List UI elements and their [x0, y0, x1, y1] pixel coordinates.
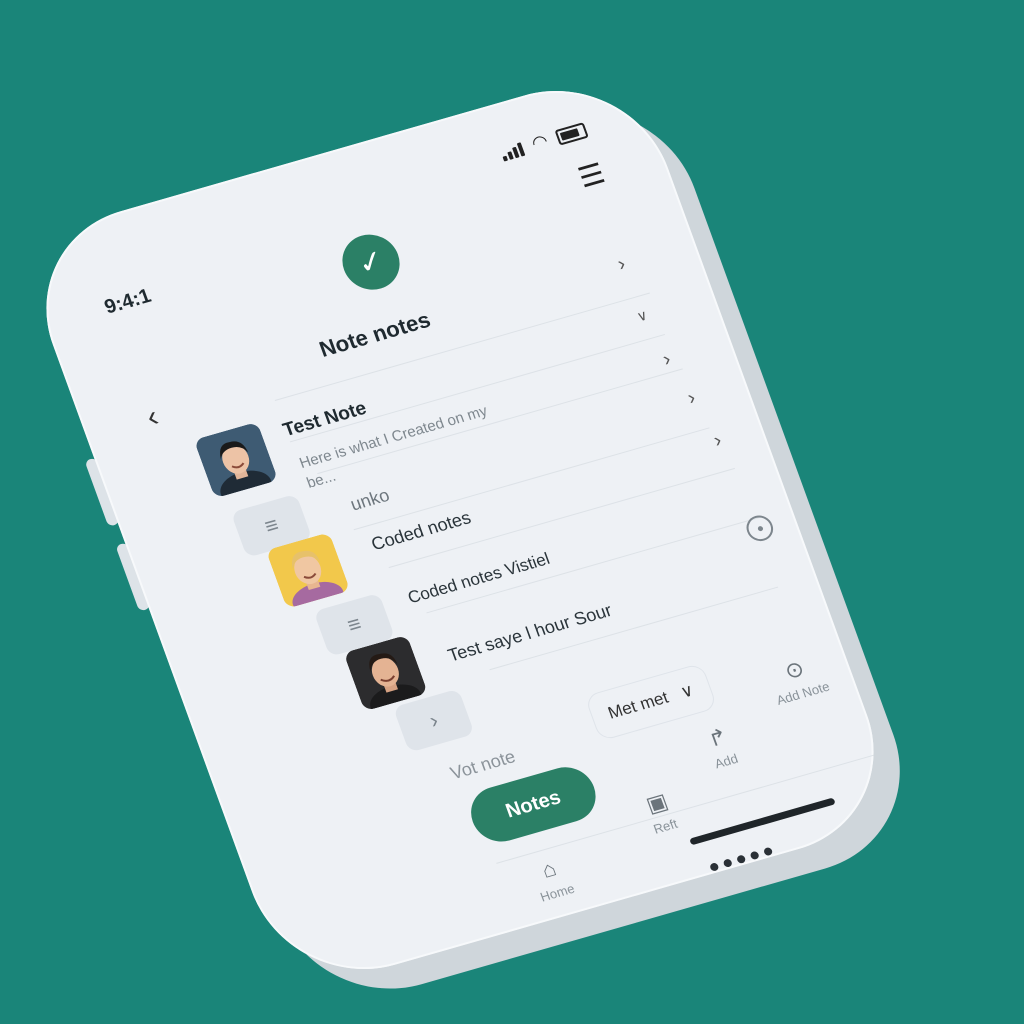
status-time: 9:4:1	[101, 284, 155, 319]
signal-icon	[500, 142, 526, 162]
battery-icon	[554, 122, 589, 146]
avatar	[193, 421, 279, 499]
tab-label: Reft	[651, 816, 680, 837]
wifi-icon: ◠	[528, 130, 551, 154]
tab-home[interactable]: ⌂ Home	[529, 854, 577, 905]
chevron-down-icon: ∨	[677, 680, 697, 702]
check-icon: ✓	[334, 228, 408, 297]
phone-screen: 9:4:1 ◠ ☰ ✓ ‹ Note notes › Test Note ∨ H…	[15, 65, 905, 995]
note-title[interactable]: unko	[348, 485, 393, 516]
chevron-right-icon[interactable]: ›	[685, 387, 699, 411]
chevron-down-icon[interactable]: ∨	[634, 307, 650, 326]
chevron-right-icon[interactable]: ›	[711, 429, 725, 453]
page-title: Note notes	[315, 306, 434, 362]
chevron-right-icon[interactable]: ›	[615, 253, 629, 277]
bag-icon: ▣	[642, 788, 672, 818]
target-icon: ⊙	[781, 655, 808, 685]
divider	[317, 368, 683, 475]
chevron-left-icon[interactable]: ‹	[142, 400, 163, 435]
phone-device: 9:4:1 ◠ ☰ ✓ ‹ Note notes › Test Note ∨ H…	[15, 65, 931, 1015]
tab-label: Add Note	[774, 678, 832, 708]
home-indicator[interactable]	[689, 797, 836, 846]
tab-add[interactable]: ↱ Add	[703, 723, 740, 772]
tab-add-note[interactable]: ⊙ Add Note	[765, 652, 832, 708]
note-title[interactable]: Test Note	[280, 398, 369, 442]
share-icon: ↱	[704, 723, 731, 752]
target-icon[interactable]	[742, 512, 777, 545]
vote-label: Vot note	[447, 746, 519, 784]
status-icons: ◠	[498, 120, 589, 162]
met-select[interactable]: Met met ∨	[584, 662, 718, 742]
note-title[interactable]: Coded notes Vistiel	[405, 549, 552, 608]
hamburger-icon[interactable]: ☰	[574, 157, 609, 193]
home-icon: ⌂	[538, 855, 560, 883]
select-value: Met met	[605, 687, 671, 723]
tab-reft[interactable]: ▣ Reft	[642, 788, 680, 837]
divider	[426, 516, 764, 614]
tab-label: Home	[538, 880, 577, 905]
chevron-right-icon[interactable]: ›	[660, 348, 674, 372]
tab-label: Add	[712, 750, 740, 772]
